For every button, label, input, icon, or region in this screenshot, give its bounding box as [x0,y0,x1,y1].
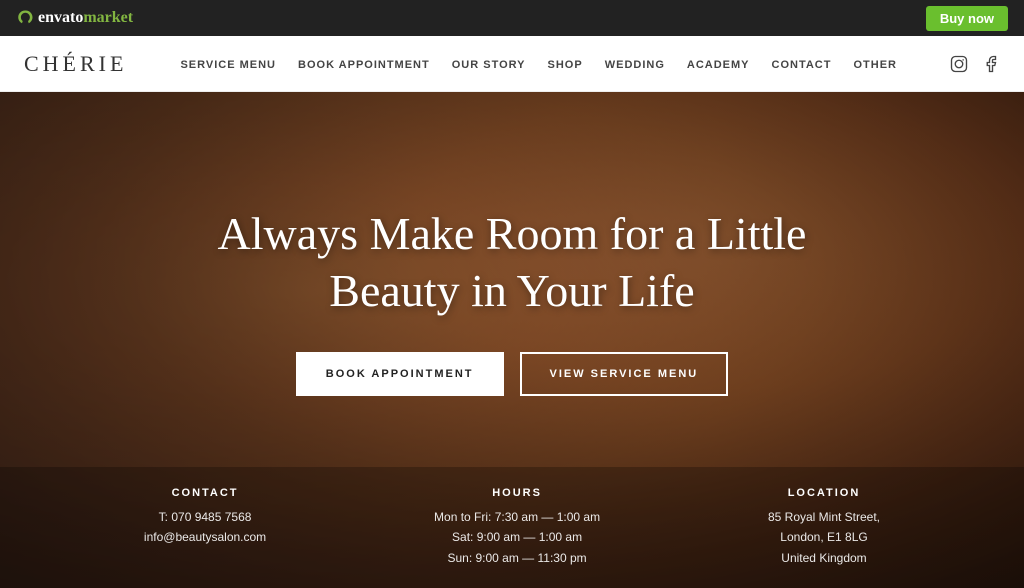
hero-buttons: BOOK APPOINTMENT VIEW SERVICE MENU [296,352,728,396]
instagram-icon[interactable] [950,55,968,73]
footer-location: LOCATION 85 Royal Mint Street, London, E… [768,487,880,568]
facebook-icon[interactable] [982,55,1000,73]
footer-contact: CONTACT T: 070 9485 7568 info@beautysalo… [144,487,266,548]
nav-item-story[interactable]: OUR STORY [452,55,526,73]
envato-market: market [83,9,133,27]
social-icons [950,55,1000,73]
envato-name: envato [38,9,83,27]
envato-logo: envatomarket [16,9,133,27]
nav-item-shop[interactable]: SHOP [548,55,583,73]
nav-links: SERVICE MENU BOOK APPOINTMENT OUR STORY … [180,55,897,73]
nav-item-contact[interactable]: CONTACT [772,55,832,73]
hero-headline: Always Make Room for a Little Beauty in … [218,205,807,320]
location-street: 85 Royal Mint Street, [768,510,880,524]
nav-item-service-menu[interactable]: SERVICE MENU [180,55,276,73]
nav-item-book[interactable]: BOOK APPOINTMENT [298,55,430,73]
location-heading: LOCATION [768,487,880,499]
contact-email: info@beautysalon.com [144,530,266,544]
footer-hours: HOURS Mon to Fri: 7:30 am — 1:00 am Sat:… [434,487,600,568]
view-service-menu-button[interactable]: VIEW SERVICE MENU [520,352,729,396]
hero-section: Always Make Room for a Little Beauty in … [0,92,1024,588]
nav-item-academy[interactable]: ACADEMY [687,55,750,73]
book-appointment-button[interactable]: BOOK APPOINTMENT [296,352,504,396]
hours-weekday: Mon to Fri: 7:30 am — 1:00 am [434,510,600,524]
location-country: United Kingdom [781,551,866,565]
envato-bar: envatomarket Buy now [0,0,1024,36]
nav-item-wedding[interactable]: WEDDING [605,55,665,73]
buy-now-button[interactable]: Buy now [926,6,1008,31]
nav-item-other[interactable]: OTHER [853,55,897,73]
hours-saturday: Sat: 9:00 am — 1:00 am [452,530,582,544]
hero-footer: CONTACT T: 070 9485 7568 info@beautysalo… [0,467,1024,588]
navbar: CHÉRIE SERVICE MENU BOOK APPOINTMENT OUR… [0,36,1024,92]
contact-heading: CONTACT [144,487,266,499]
site-logo: CHÉRIE [24,51,127,77]
contact-phone: T: 070 9485 7568 [159,510,252,524]
envato-leaf-icon [16,9,34,27]
location-city: London, E1 8LG [780,530,867,544]
hours-sunday: Sun: 9:00 am — 11:30 pm [447,551,586,565]
hours-heading: HOURS [434,487,600,499]
